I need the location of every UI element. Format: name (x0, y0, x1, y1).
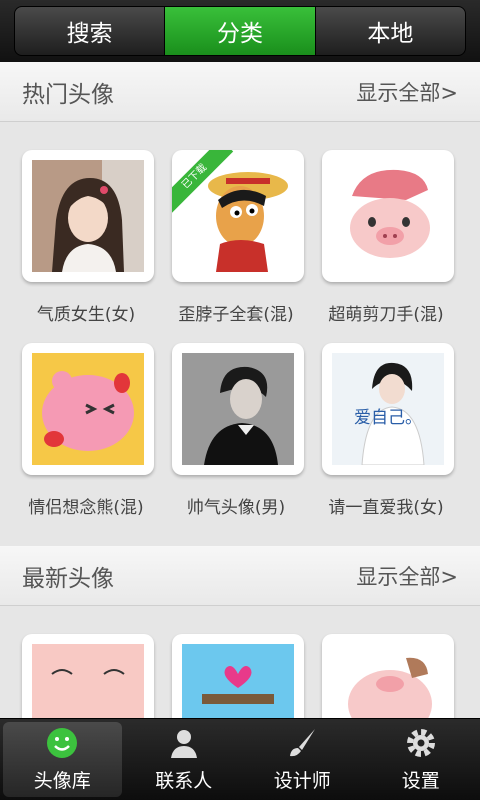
top-tab-bar: 搜索 分类 本地 (0, 0, 480, 62)
pig-cartoon-icon (332, 644, 444, 718)
nav-label: 联系人 (155, 770, 213, 792)
segmented-control: 搜索 分类 本地 (14, 6, 466, 56)
tab-search[interactable]: 搜索 (15, 7, 166, 55)
smiley-icon (44, 726, 80, 760)
avatar-card[interactable] (172, 634, 322, 718)
section-title: 热门头像 (22, 81, 114, 108)
avatar-card[interactable]: 帅气头像(男) (172, 343, 322, 518)
avatar-card[interactable]: 超萌剪刀手(混) (322, 150, 472, 325)
avatar-caption: 情侣想念熊(混) (28, 498, 144, 518)
avatar-thumbnail[interactable] (22, 343, 154, 475)
avatar-caption: 超萌剪刀手(混) (328, 305, 444, 325)
avatar-thumbnail[interactable] (22, 634, 154, 718)
avatar-grid-new (0, 606, 480, 718)
avatar-caption: 请一直爱我(女) (328, 498, 444, 518)
tab-local[interactable]: 本地 (316, 7, 465, 55)
avatar-caption: 气质女生(女) (36, 305, 136, 325)
avatar-thumbnail[interactable] (172, 634, 304, 718)
avatar-thumbnail[interactable] (322, 150, 454, 282)
show-all-link[interactable]: 显示全部> (356, 77, 458, 107)
nav-label: 设置 (401, 770, 440, 792)
pink-bear-cartoon-icon (32, 353, 144, 465)
avatar-caption: 歪脖子全套(混) (178, 305, 294, 325)
show-all-link[interactable]: 显示全部> (356, 561, 458, 591)
avatar-card[interactable] (22, 634, 172, 718)
section-header-new: 最新头像 显示全部> (0, 546, 480, 606)
pink-face-cartoon-icon (32, 644, 144, 718)
gear-icon (403, 726, 439, 760)
nav-contacts[interactable]: 联系人 (125, 719, 244, 800)
avatar-thumbnail[interactable] (22, 150, 154, 282)
avatar-thumbnail[interactable] (172, 343, 304, 475)
overlay-text: 爱自己。 (354, 408, 422, 428)
nav-avatar-library[interactable]: 头像库 (3, 722, 122, 797)
person-icon (166, 726, 202, 760)
section-title: 最新头像 (22, 565, 114, 592)
avatar-grid-hot: 气质女生(女) 已下载 歪脖子全套(混) 超萌剪刀手(混) 情侣想念熊(混) 帅… (0, 122, 480, 536)
nav-settings[interactable]: 设置 (362, 719, 480, 800)
bottom-nav: 头像库 联系人 设计师 设置 (0, 718, 480, 800)
girl-photo-icon (32, 160, 144, 272)
nav-label: 头像库 (33, 770, 91, 792)
avatar-card[interactable]: 爱自己。 请一直爱我(女) (322, 343, 472, 518)
avatar-caption: 帅气头像(男) (186, 498, 286, 518)
nav-designers[interactable]: 设计师 (243, 719, 362, 800)
avatar-thumbnail[interactable] (322, 634, 454, 718)
avatar-card[interactable]: 情侣想念熊(混) (22, 343, 172, 518)
tab-category[interactable]: 分类 (165, 7, 316, 55)
boy-photo-icon (182, 353, 294, 465)
avatar-thumbnail[interactable]: 爱自己。 (322, 343, 454, 475)
avatar-card[interactable] (322, 634, 472, 718)
pig-cartoon-icon (332, 160, 444, 272)
brush-icon (284, 726, 320, 760)
main-content[interactable]: 热门头像 显示全部> 气质女生(女) 已下载 歪脖子全套(混) 超萌剪刀手(混)… (0, 62, 480, 718)
section-header-hot: 热门头像 显示全部> (0, 62, 480, 122)
nav-label: 设计师 (273, 770, 331, 792)
avatar-thumbnail[interactable]: 已下载 (172, 150, 304, 282)
heart-cartoon-icon (182, 644, 294, 718)
girl-text-photo-icon: 爱自己。 (332, 353, 444, 465)
avatar-card[interactable]: 已下载 歪脖子全套(混) (172, 150, 322, 325)
avatar-card[interactable]: 气质女生(女) (22, 150, 172, 325)
